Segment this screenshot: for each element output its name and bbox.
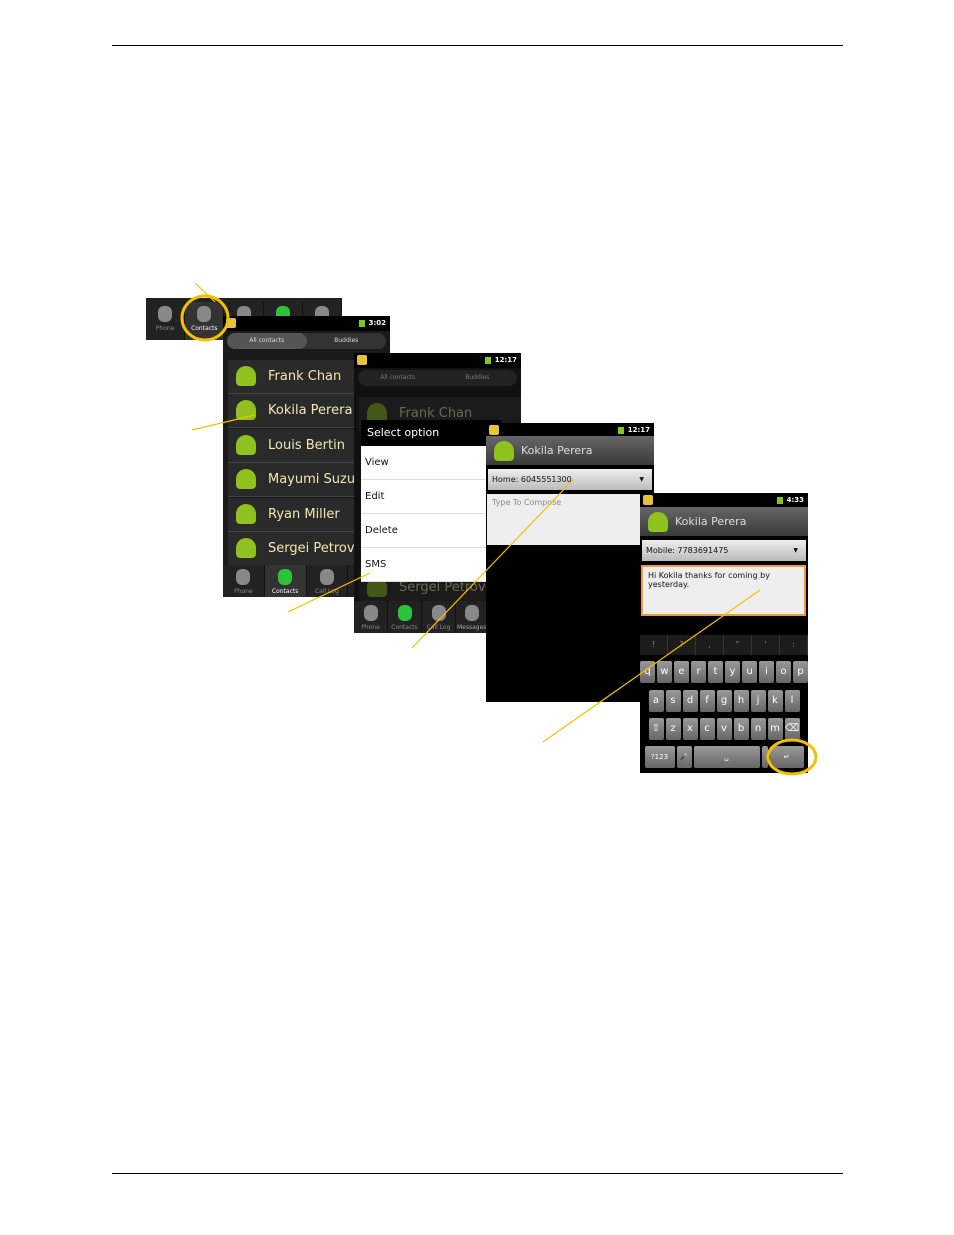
annotation-overlay [180,282,818,776]
callout-line [194,282,216,303]
callout-line [191,414,256,431]
highlight-circle [180,294,230,342]
callout-line [542,589,761,743]
callout-line [287,572,371,613]
highlight-circle [766,738,818,776]
callout-line [411,479,574,649]
document-page: Phone Contacts 3:02 All contacts Buddies … [0,0,954,1235]
